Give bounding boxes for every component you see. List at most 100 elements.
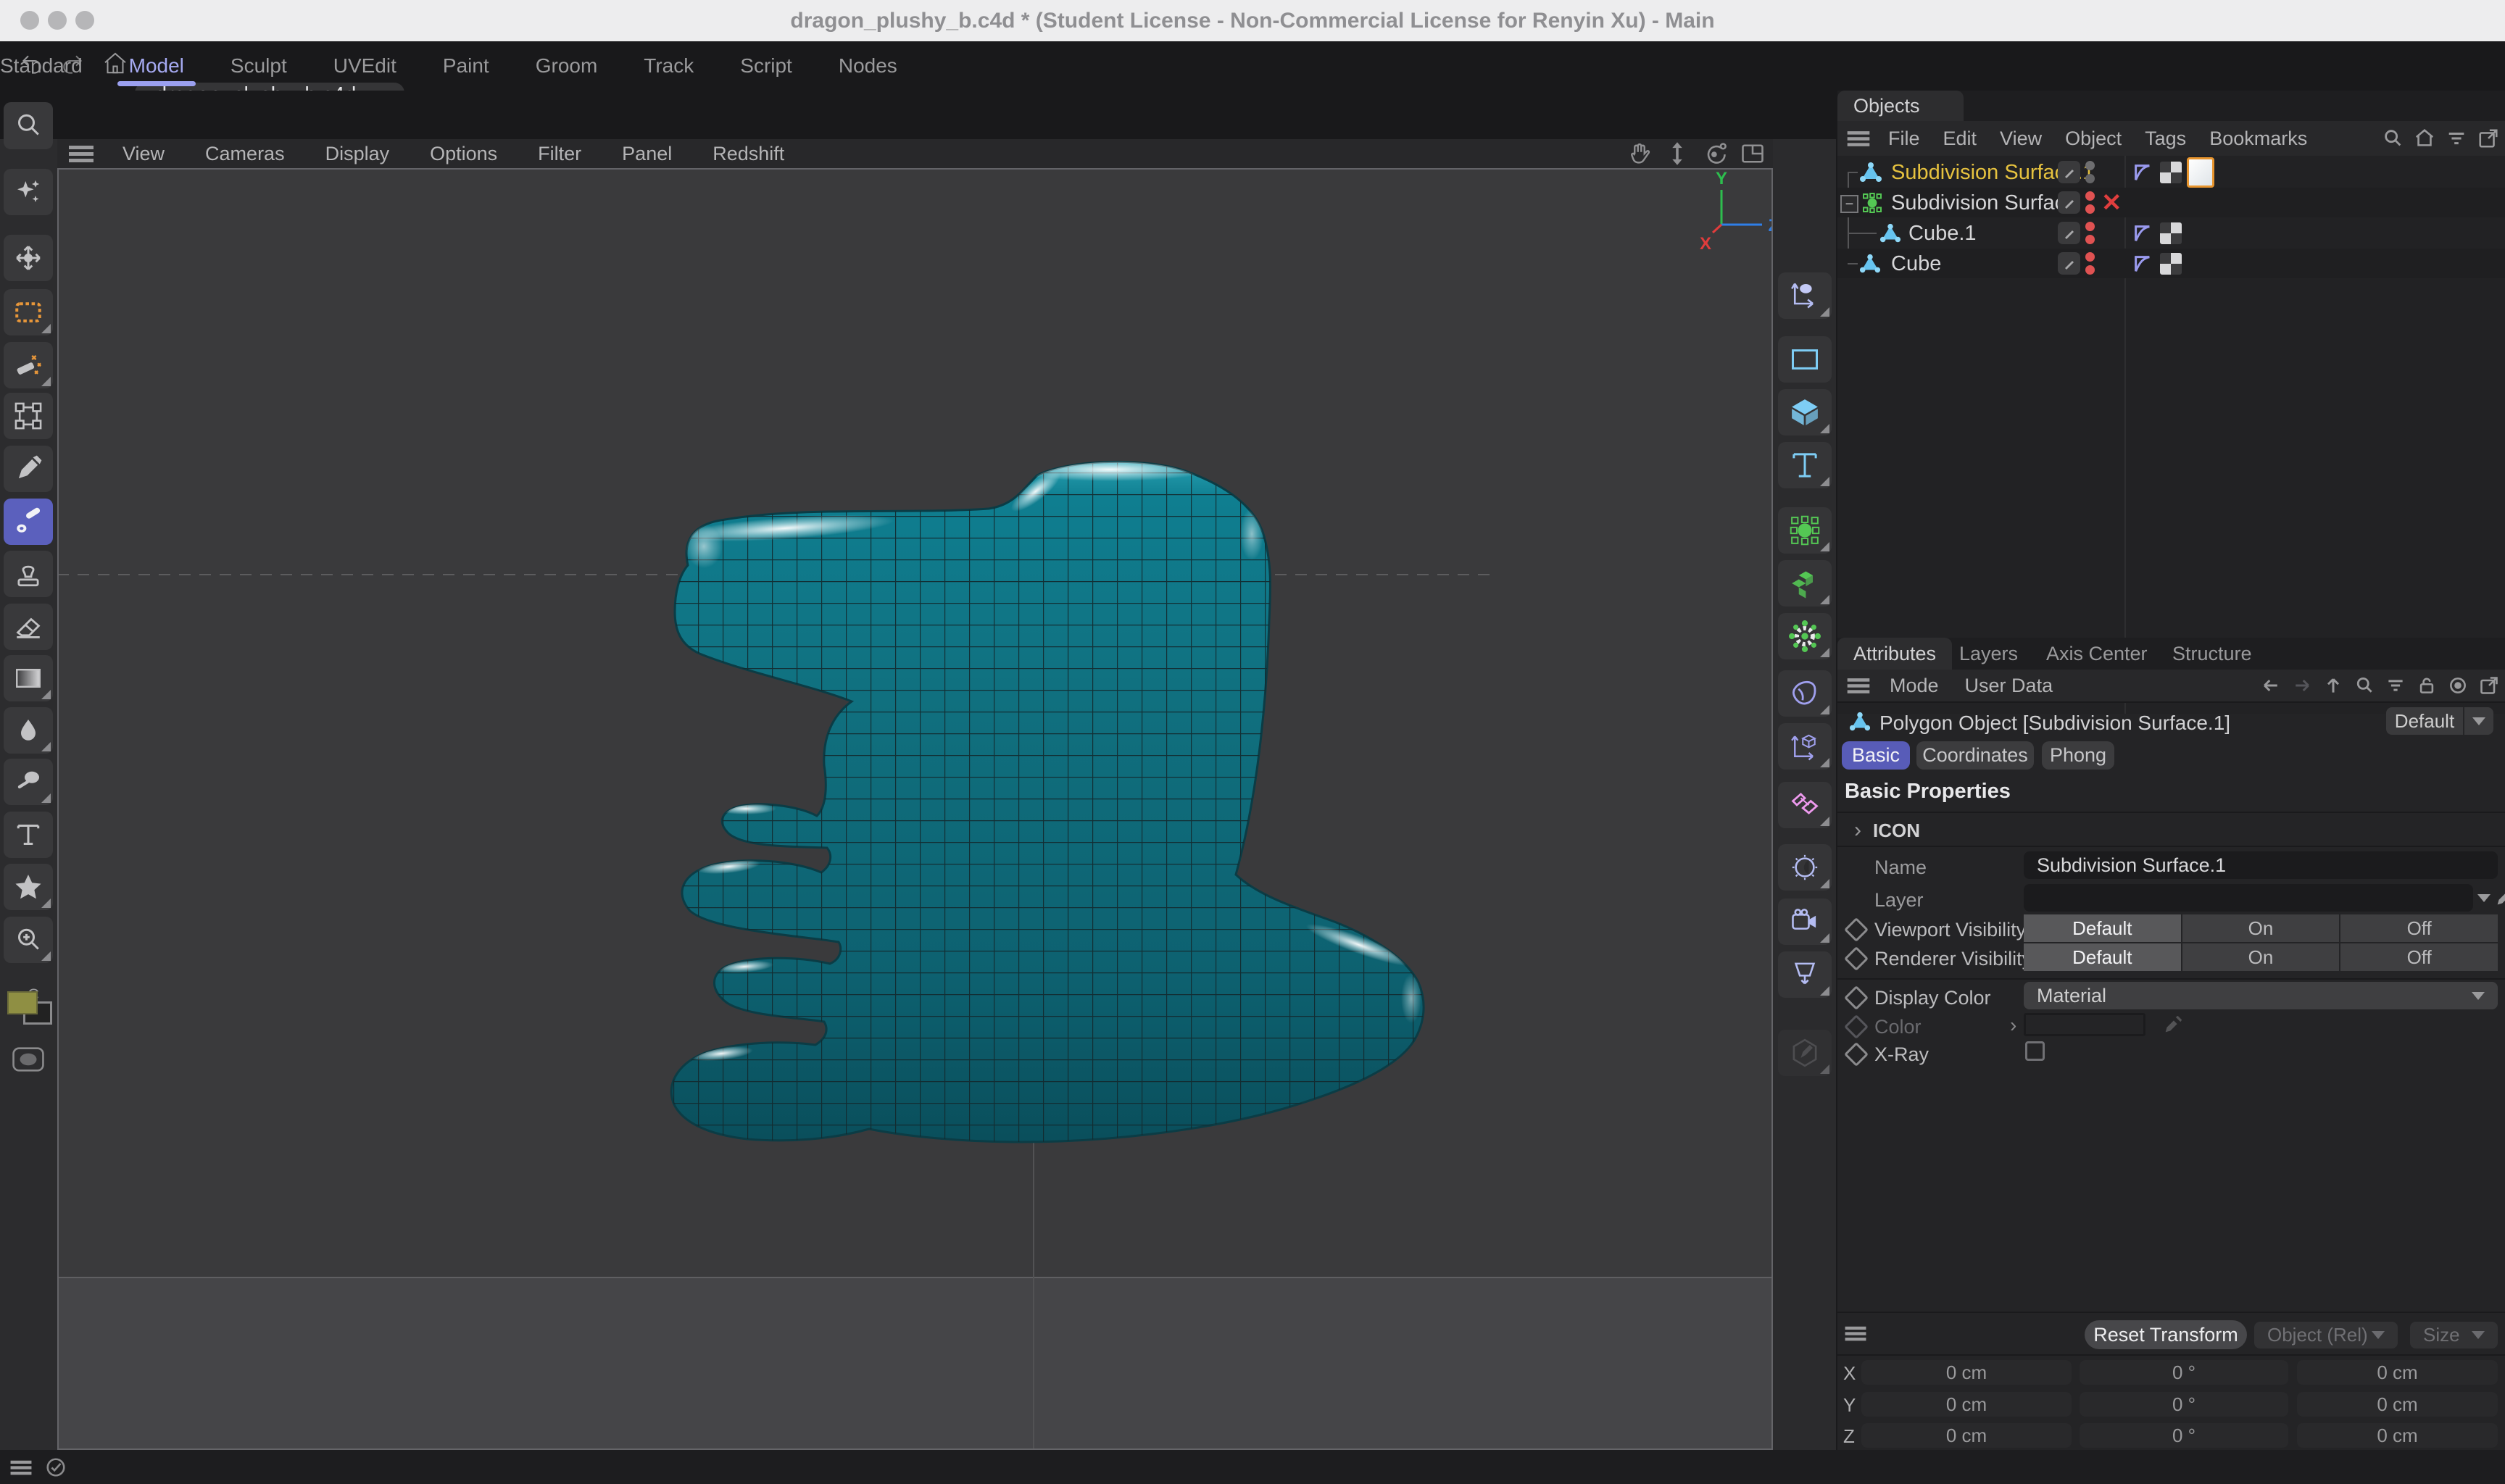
tree-row-subdivision-surface-1[interactable]: Subdivision Surface.1 [1837,157,2505,187]
brush-tool-icon[interactable] [4,499,53,545]
frame-toggle-icon[interactable] [1740,141,1766,167]
workspace-sculpt[interactable]: Sculpt [230,54,287,78]
eraser-icon[interactable] [4,604,53,650]
star-shape-icon[interactable] [4,864,53,910]
phong-tag[interactable] [2132,222,2153,244]
search-icon[interactable] [2382,128,2404,149]
picker-pen-icon[interactable] [4,446,53,492]
tab-layers[interactable]: Layers [1959,638,2018,670]
coord-z-rotation-input[interactable]: 0 ° [2080,1423,2288,1448]
attributes-menu-user-data[interactable]: User Data [1965,675,2053,697]
viewport-visibility-default[interactable]: Default [2024,914,2181,942]
layer-eyedropper-icon[interactable] [2494,886,2505,908]
tab-attributes[interactable]: Attributes [1837,638,1952,670]
coord-y-position-input[interactable]: 0 cm [1861,1392,2072,1417]
uvw-tag[interactable] [2160,222,2182,244]
home-icon[interactable] [100,49,130,79]
material-edit-icon[interactable] [1778,1030,1832,1076]
vp-menu-cameras[interactable]: Cameras [205,143,285,165]
visibility-dots[interactable] [2085,161,2095,183]
edit-enable-toggle[interactable] [2058,252,2080,275]
vp-menu-filter[interactable]: Filter [538,143,581,165]
field-icon[interactable] [1778,670,1832,717]
objects-menu-tags[interactable]: Tags [2145,128,2186,150]
home-icon[interactable] [2414,128,2435,149]
layer-caret-icon[interactable] [2477,894,2491,902]
popout-icon[interactable] [2477,128,2499,149]
workspace-script[interactable]: Script [740,54,792,78]
motext-icon[interactable] [1778,442,1832,488]
renderer-visibility-key-icon[interactable] [1844,946,1869,971]
display-color-key-icon[interactable] [1844,985,1869,1010]
status-menu-icon[interactable] [11,1461,32,1475]
foreground-swatch[interactable] [7,991,38,1014]
objects-menu-edit[interactable]: Edit [1943,128,1977,150]
object-name[interactable]: Cube.1 [1908,222,1977,246]
uvw-tag[interactable] [2160,253,2182,275]
coord-z-size-input[interactable]: 0 cm [2297,1423,2498,1448]
workspace-standard[interactable]: Standard [0,54,83,78]
dragon-plushy-model[interactable] [671,458,1424,1142]
renderer-visibility-on[interactable]: On [2182,943,2340,971]
objects-menu-bookmarks[interactable]: Bookmarks [2209,128,2307,150]
record-icon[interactable] [2448,675,2468,696]
text-tool-icon[interactable] [4,812,53,858]
edit-enable-toggle[interactable] [2058,191,2080,214]
subdivision-surface-icon[interactable] [1778,507,1832,554]
xray-checkbox[interactable] [2025,1041,2045,1061]
coord-x-size-input[interactable]: 0 cm [2297,1360,2498,1385]
coordinates-menu-icon[interactable] [1845,1327,1866,1341]
collapse-toggle-icon[interactable]: − [1840,195,1858,213]
zoom-tool-icon[interactable] [4,917,53,963]
rectangle-select-icon[interactable] [4,289,53,335]
workspace-groom[interactable]: Groom [536,54,598,78]
xray-key-icon[interactable] [1844,1042,1869,1067]
coord-y-size-input[interactable]: 0 cm [2297,1392,2498,1417]
coord-x-position-input[interactable]: 0 cm [1861,1360,2072,1385]
objects-menu-view[interactable]: View [2000,128,2042,150]
attributes-menu-mode[interactable]: Mode [1890,675,1939,697]
layer-input[interactable] [2024,884,2473,912]
orbit-rotate-icon[interactable] [1702,141,1728,167]
object-name[interactable]: Cube [1891,252,1941,276]
smudge-pin-icon[interactable] [4,759,53,805]
environment-icon[interactable] [1778,844,1832,891]
display-color-dropdown[interactable]: Material [2024,982,2498,1009]
tree-row-cube[interactable]: Cube [1837,249,2505,278]
vp-menu-view[interactable]: View [122,143,165,165]
tree-row-subdivision-surface[interactable]: − Subdivision Surface ✕ [1837,188,2505,217]
magic-wand-icon[interactable] [4,342,53,388]
filter-icon[interactable] [2385,675,2406,696]
viewport[interactable]: Y Z X [57,168,1773,1450]
transform-tool-icon[interactable] [4,393,53,439]
pan-hand-icon[interactable] [1627,141,1653,167]
generator-disabled-cross[interactable]: ✕ [2101,188,2122,217]
visibility-dots[interactable] [2085,191,2095,214]
visibility-dots[interactable] [2085,222,2095,244]
viewport-menu-icon[interactable] [69,146,94,162]
phong-tag[interactable] [2132,253,2153,275]
tab-objects[interactable]: Objects [1837,91,1964,121]
dolly-arrows-icon[interactable] [1664,141,1690,167]
gradient-icon[interactable] [4,655,53,701]
viewport-visibility-key-icon[interactable] [1844,917,1869,942]
tab-structure[interactable]: Structure [2172,638,2252,670]
filter-icon[interactable] [2446,128,2467,149]
viewport-visibility-on[interactable]: On [2182,914,2340,942]
material-tag[interactable] [2187,157,2214,188]
deformer-gear-icon[interactable] [1778,613,1832,659]
chip-phong[interactable]: Phong [2042,741,2114,770]
stamp-tool-icon[interactable] [4,551,53,597]
chip-basic[interactable]: Basic [1842,741,1910,770]
search-icon[interactable] [2354,675,2375,696]
coordinate-size-dropdown[interactable]: Size [2410,1322,2498,1348]
tree-row-cube-1[interactable]: Cube.1 [1837,218,2505,248]
instance-icon[interactable] [1778,782,1832,828]
coordinate-mode-dropdown[interactable]: Object (Rel) [2254,1322,2398,1348]
lock-icon[interactable] [2417,675,2437,696]
move-tool-icon[interactable] [4,235,53,281]
up-arrow-icon[interactable] [2323,675,2343,696]
chip-coordinates[interactable]: Coordinates [1916,741,2034,770]
drop-fill-icon[interactable] [4,707,53,754]
vp-menu-panel[interactable]: Panel [622,143,672,165]
